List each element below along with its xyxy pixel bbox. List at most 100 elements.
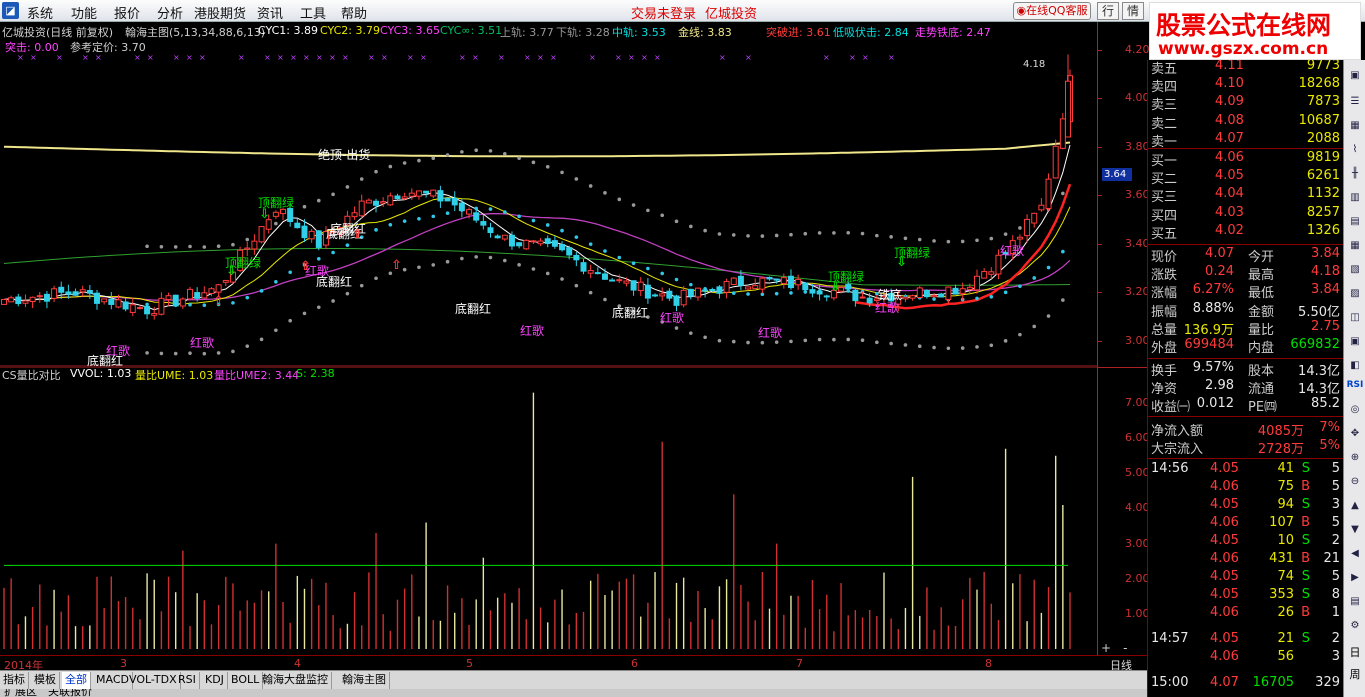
info-icon[interactable]: ◎	[1347, 402, 1363, 418]
upper-band-dot	[588, 184, 593, 188]
candle	[158, 292, 165, 316]
mid-band-dot	[560, 228, 564, 233]
candle	[916, 286, 923, 299]
window-icon[interactable]: ▤	[1347, 214, 1363, 230]
tick-side: B	[1301, 515, 1310, 530]
quote-jingliuru_label: 净流入额	[1151, 424, 1204, 439]
menu-help[interactable]: 帮助	[341, 3, 367, 22]
panel-icon[interactable]: ▨	[1347, 286, 1363, 302]
signal-x-mark: ×	[342, 53, 349, 62]
upper-band-dot	[832, 231, 836, 235]
arrow-left-icon[interactable]: ◀	[1347, 546, 1363, 562]
chart-icon[interactable]: ▧	[1347, 262, 1363, 278]
bid-price: 4.05	[1215, 168, 1244, 184]
grid-icon[interactable]: ▦	[1347, 118, 1363, 134]
fin-icon[interactable]: ◧	[1347, 358, 1363, 374]
tab-related-quote[interactable]: 关联报价	[48, 689, 92, 697]
menu-news[interactable]: 资讯	[257, 3, 283, 22]
menu-analysis[interactable]: 分析	[157, 3, 183, 22]
menu-system[interactable]: 系统	[27, 3, 53, 22]
separator	[1148, 148, 1344, 149]
menu-function[interactable]: 功能	[71, 3, 97, 22]
candle	[802, 282, 809, 293]
qq-service-button[interactable]: ◉在线QQ客服	[1013, 2, 1091, 20]
menu-hk-futures[interactable]: 港股期货	[194, 3, 246, 22]
upper-band-dot	[445, 153, 450, 157]
tab-template[interactable]: 模板	[31, 672, 60, 689]
tick-row: 14:57 4.05 21 S 2	[1148, 631, 1344, 649]
list-icon[interactable]: ☰	[1347, 94, 1363, 110]
ask-row: 卖四 4.10 18268	[1148, 76, 1344, 95]
period-week-button[interactable]: 周	[1346, 666, 1364, 682]
signal-x-mark: ×	[290, 53, 297, 62]
tab-boll[interactable]: BOLL	[228, 672, 264, 689]
tick-volume: 10	[1277, 533, 1294, 548]
trend-icon[interactable]: ⌇	[1347, 142, 1363, 158]
header-value: 突破进: 3.61	[766, 26, 831, 39]
quote-pe_label: PE㈣	[1248, 400, 1278, 416]
arrow-right-icon[interactable]: ▶	[1347, 570, 1363, 586]
upper-band-dot	[331, 192, 335, 197]
tick-count: 5	[1331, 569, 1340, 584]
zoom-in-icon[interactable]: ⊕	[1347, 450, 1363, 466]
zoom-controls[interactable]: + -	[1101, 641, 1145, 655]
signal-x-mark: ×	[407, 53, 414, 62]
move-icon[interactable]: ✥	[1347, 426, 1363, 442]
volume-ratio-svg[interactable]	[0, 366, 1097, 655]
candle	[365, 198, 372, 204]
calendar-icon[interactable]: ▤	[1347, 594, 1363, 610]
lower-band-dot	[674, 326, 679, 330]
bid-label: 买五	[1151, 226, 1178, 242]
trade-login-status[interactable]: 交易未登录	[631, 3, 696, 22]
bar-icon[interactable]: ▥	[1347, 190, 1363, 206]
tab-expand-area[interactable]: 扩展区	[4, 689, 37, 697]
candle	[580, 259, 587, 275]
market-button[interactable]: 行	[1097, 2, 1119, 20]
rsi-button[interactable]: RSI	[1346, 380, 1364, 390]
layout-icon[interactable]: ▣	[1347, 334, 1363, 350]
upper-band-dot	[474, 148, 478, 153]
upper-band-dot	[860, 231, 865, 236]
table-icon[interactable]: ▦	[1347, 238, 1363, 254]
tab-vol-tdx[interactable]: VOL-TDX	[126, 672, 181, 689]
tick-price: 4.06	[1210, 605, 1239, 620]
tab-market-monitor[interactable]: 翰海大盘监控	[259, 672, 332, 689]
candle	[172, 294, 179, 308]
tab-kdj[interactable]: KDJ	[202, 672, 228, 689]
upper-band-dot	[245, 237, 250, 242]
volume-tick-label: 6.00	[1125, 431, 1150, 445]
period-day-button[interactable]: 日	[1346, 644, 1364, 660]
candle	[973, 269, 980, 294]
arrow-down-icon[interactable]: ▼	[1347, 522, 1363, 538]
candle	[902, 293, 909, 303]
indicator-tab-bar: 指标 模板 全部 MACD VOL-TDX RSI KDJ BOLL 翰海大盘监…	[0, 670, 1147, 689]
tick-volume: 94	[1277, 497, 1294, 512]
kline-chart-panel[interactable]: × × × × × × × × × × × × × × × × × × × × × × × × × × × × × × × × × × × × × × × …	[0, 22, 1097, 368]
tick-price: 4.05	[1210, 533, 1239, 548]
info-button[interactable]: 情	[1122, 2, 1144, 20]
date-axis: 2014年 3 4 5 6 7 8 日线	[0, 655, 1147, 672]
kline-icon[interactable]: ╫	[1347, 166, 1363, 182]
bid-row: 买五 4.02 1326	[1148, 223, 1344, 242]
mid-band-dot	[445, 211, 450, 216]
tick-row: 15:00 4.07 16705 329	[1148, 675, 1344, 693]
split-icon[interactable]: ◫	[1347, 310, 1363, 326]
candle	[258, 225, 265, 244]
zoom-out-icon[interactable]: ⊖	[1347, 474, 1363, 490]
quote-guben: 14.3亿	[1298, 364, 1340, 379]
arrow-up-icon[interactable]: ▲	[1347, 498, 1363, 514]
signal-x-mark: ×	[628, 53, 635, 62]
tab-main-indicator[interactable]: 翰海主图	[339, 672, 390, 689]
kline-chart-svg[interactable]: × × × × × × × × × × × × × × × × × × × × × × × × × × × × × × × × × × × × × × ×	[0, 22, 1097, 367]
settings-icon[interactable]: ⚙	[1347, 618, 1363, 634]
menu-tools[interactable]: 工具	[300, 3, 326, 22]
quote-liangbi: 2.75	[1311, 318, 1340, 334]
lower-band-dot	[173, 351, 178, 356]
tab-rsi[interactable]: RSI	[175, 672, 200, 689]
monitor-icon[interactable]: ▣	[1347, 68, 1363, 84]
tab-all[interactable]: 全部	[62, 672, 91, 689]
volume-ratio-panel[interactable]: CS量比对比 VVOL: 1.03 量比UME: 1.03 量比UME2: 3.44 S…	[0, 366, 1097, 655]
tab-indicator[interactable]: 指标	[0, 672, 29, 689]
tick-mark	[1098, 292, 1102, 294]
menu-quote[interactable]: 报价	[114, 3, 140, 22]
